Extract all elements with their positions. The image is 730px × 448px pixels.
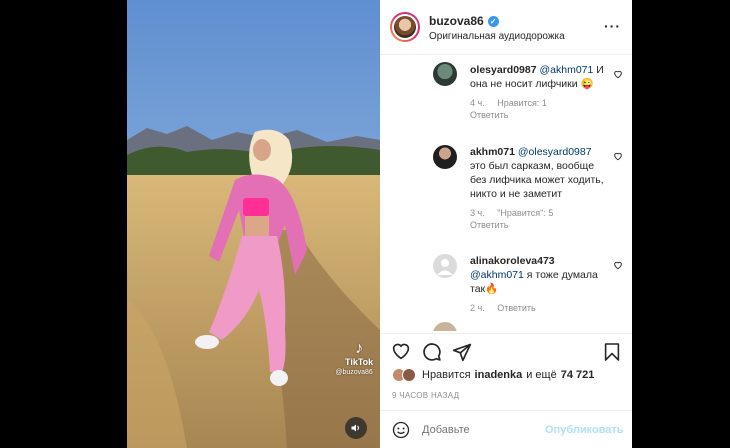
likes-user[interactable]: inadenka [475, 369, 523, 381]
post-username-row: buzova86 ✓ [429, 14, 499, 28]
post-video[interactable]: ♪ TikTok @buzova86 [127, 0, 380, 448]
comment-meta: 2 ч. Ответить [470, 302, 632, 314]
comment-meta: 4 ч. Нравится: 1 Ответить [470, 97, 632, 121]
liker-avatar [402, 368, 416, 382]
post-timestamp[interactable]: 9 ЧАСОВ НАЗАД [392, 391, 459, 400]
post-username[interactable]: buzova86 [429, 14, 484, 28]
comment-text: alinakoroleva473 @akhm071 я тоже думала … [470, 254, 610, 296]
video-frame [127, 0, 380, 448]
comment-username[interactable]: alinakoroleva473 [470, 255, 555, 267]
story-ring[interactable] [390, 12, 420, 42]
add-comment-bar: Опубликовать [380, 410, 632, 448]
comment-time[interactable]: 3 ч. [470, 208, 485, 218]
left-backdrop [0, 0, 127, 448]
comment-item: alinakoroleva473 @akhm071 я тоже думала … [470, 254, 632, 314]
avatar [392, 14, 418, 40]
comment-avatar[interactable] [433, 254, 457, 278]
comment-likes[interactable]: Нравится: 1 [497, 98, 547, 108]
comment-icon[interactable] [422, 342, 442, 362]
bookmark-icon[interactable] [604, 342, 620, 362]
comment-mention[interactable]: @akhm071 [539, 64, 593, 76]
comment-text: olesyard0987 @akhm071 И она не носит лиф… [470, 63, 610, 91]
likes-count[interactable]: 74 721 [561, 369, 595, 381]
comment-time[interactable]: 2 ч. [470, 303, 485, 313]
comment-reply-button[interactable]: Ответить [470, 219, 632, 231]
tiktok-brand: TikTok [345, 356, 374, 367]
add-comment-input[interactable] [422, 424, 542, 436]
comment-time[interactable]: 4 ч. [470, 98, 485, 108]
comment-avatar[interactable] [433, 322, 457, 331]
comment-like-heart-icon[interactable] [613, 151, 623, 161]
tiktok-username: @buzova86 [335, 369, 373, 377]
comment-mention[interactable]: @akhm071 [470, 269, 524, 281]
comment-reply-button[interactable]: Ответить [497, 303, 535, 313]
comment-mention[interactable]: @olesyard0987 [518, 146, 592, 158]
tiktok-watermark: ♪ TikTok @buzova86 [335, 340, 374, 377]
comment-username[interactable]: akhm071 [470, 146, 515, 158]
likes-suffix: и ещё [526, 369, 557, 381]
post-panel: buzova86 ✓ Оригинальная аудиодорожка ···… [380, 0, 632, 448]
share-send-icon[interactable] [452, 342, 472, 362]
comment-like-heart-icon[interactable] [613, 260, 623, 270]
sound-button[interactable] [345, 417, 367, 439]
post-header: buzova86 ✓ Оригинальная аудиодорожка ··· [380, 0, 632, 55]
comment-reply-button[interactable]: Ответить [470, 109, 632, 121]
audio-link[interactable]: Оригинальная аудиодорожка [429, 31, 565, 42]
comment-likes[interactable]: "Нравится": 5 [497, 208, 553, 218]
comments-list[interactable]: olesyard0987 @akhm071 И она не носит лиф… [380, 56, 632, 331]
comment-text: akhm071 @olesyard0987 это был сарказм, в… [470, 145, 610, 201]
tiktok-logo-icon: ♪ [355, 340, 364, 357]
comment-avatar[interactable] [433, 145, 457, 169]
comment-item: olesyard0987 @akhm071 И она не носит лиф… [470, 63, 632, 121]
emoji-icon[interactable] [392, 421, 410, 439]
comment-body: это был сарказм, вообще без лифчика може… [470, 160, 604, 200]
speaker-icon [351, 424, 359, 432]
comment-meta: 3 ч. "Нравится": 5 Ответить [470, 207, 632, 231]
verified-badge-icon: ✓ [487, 15, 499, 27]
comment-like-heart-icon[interactable] [613, 69, 623, 79]
default-avatar-icon [437, 259, 453, 275]
likes-summary[interactable]: Нравится inadenka и ещё 74 721 [392, 368, 594, 382]
likes-prefix: Нравится [422, 369, 471, 381]
comment-item: akhm071 @olesyard0987 это был сарказм, в… [470, 145, 632, 231]
publish-button[interactable]: Опубликовать [545, 424, 624, 436]
more-horizontal-icon[interactable]: ··· [604, 18, 621, 34]
comment-avatar[interactable] [433, 62, 457, 86]
comment-username[interactable]: olesyard0987 [470, 64, 537, 76]
action-bar [380, 333, 632, 363]
like-heart-icon[interactable] [391, 342, 411, 360]
right-backdrop [632, 0, 730, 448]
